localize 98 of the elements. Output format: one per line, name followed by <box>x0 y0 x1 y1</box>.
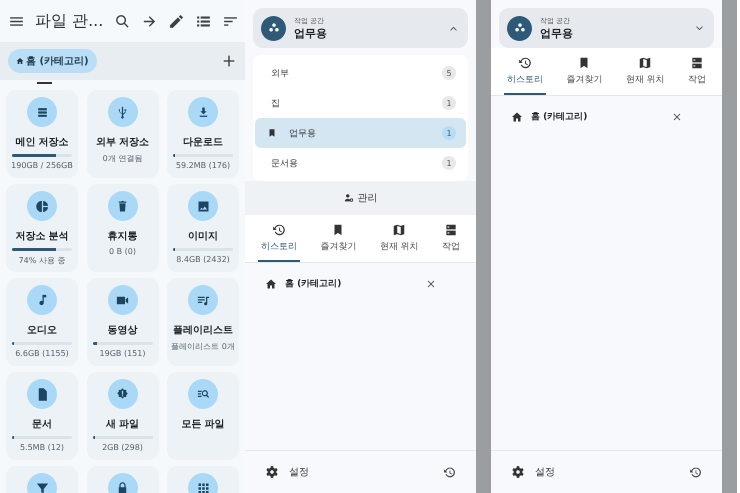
workspace-label: 업무용 <box>289 128 317 140</box>
close-icon[interactable] <box>426 278 436 288</box>
tile-title: 저장소 분석 <box>15 230 69 243</box>
bookmark-icon <box>267 128 277 138</box>
document-icon <box>27 379 57 409</box>
workspace-name: 업무용 <box>540 26 574 40</box>
settings-icon[interactable] <box>511 465 525 479</box>
plus-icon[interactable] <box>221 53 237 69</box>
home-icon <box>265 278 277 290</box>
home-icon <box>16 57 24 65</box>
map-icon <box>638 56 652 70</box>
trash-icon <box>108 191 138 221</box>
workspace-item[interactable]: 집 1 <box>255 88 466 118</box>
category-tile[interactable]: 플레이리스트 플레이리스트 0개 <box>167 278 239 366</box>
usage-bar <box>12 154 72 157</box>
app-title: 파일 관... <box>35 10 104 32</box>
video-camera-icon <box>108 285 138 315</box>
drawer-tab[interactable]: 현재 위치 <box>376 223 422 262</box>
tile-info: 5.5MB (12) <box>20 443 64 452</box>
workspace-label: 문서용 <box>271 158 299 170</box>
tile-info: 74% 사용 중 <box>18 255 66 266</box>
category-tile[interactable]: 휴지통 0 B (0) <box>86 184 158 272</box>
tile-title: 휴지통 <box>108 230 138 243</box>
tile-info: 8.4GB (2432) <box>176 255 230 264</box>
music-note-icon <box>27 285 57 315</box>
settings-label[interactable]: 설정 <box>535 465 679 479</box>
tile-info: 6.6GB (1155) <box>15 349 69 358</box>
tile-title: 모든 파일 <box>181 418 225 431</box>
category-tile[interactable]: 외부 저장소 0개 연결됨 <box>86 90 158 178</box>
manage-button[interactable]: 관리 <box>245 181 476 215</box>
workspace-item[interactable]: 업무용 1 <box>255 118 466 148</box>
workspace-item[interactable]: 외부 5 <box>255 58 466 88</box>
workspace-name: 업무용 <box>294 26 328 40</box>
category-tile[interactable]: 오디오 6.6GB (1155) <box>6 278 78 366</box>
count-badge: 5 <box>442 66 456 80</box>
category-tile[interactable]: 모든 파일 <box>167 372 239 460</box>
download-icon <box>188 97 218 127</box>
manage-users-icon <box>344 193 354 203</box>
badge-icon <box>108 379 138 409</box>
list-search-icon <box>188 379 218 409</box>
usage-bar <box>12 248 72 251</box>
location-tab[interactable]: 홈 (카테고리) <box>8 49 97 73</box>
category-tile[interactable]: 문서 5.5MB (12) <box>6 372 78 460</box>
tile-info: 플레이리스트 0개 <box>171 341 235 352</box>
history-icon <box>272 223 286 237</box>
pie-chart-icon <box>27 191 57 221</box>
count-badge: 1 <box>442 156 456 170</box>
usb-icon <box>108 97 138 127</box>
count-badge: 1 <box>442 96 456 110</box>
server-icon <box>690 56 704 70</box>
category-tile[interactable]: 동영상 19GB (151) <box>86 278 158 366</box>
tile-info: 19GB (151) <box>100 349 146 358</box>
drawer-tab[interactable]: 작업 <box>685 56 710 95</box>
history-item[interactable]: 홈 (카테고리) <box>531 110 664 123</box>
tile-title: 문서 <box>32 418 52 431</box>
close-icon[interactable] <box>672 112 682 122</box>
drawer-tab[interactable]: 즐겨찾기 <box>317 223 360 262</box>
history-icon[interactable] <box>443 466 456 478</box>
tile-title: 플레이리스트 <box>173 324 233 337</box>
pencil-icon[interactable] <box>168 12 185 30</box>
category-tile[interactable]: 이미지 8.4GB (2432) <box>167 184 239 272</box>
settings-label[interactable]: 설정 <box>289 465 433 479</box>
tile-info: 0 B (0) <box>109 247 136 256</box>
history-icon[interactable] <box>689 466 702 478</box>
drawer-tab[interactable]: 즐겨찾기 <box>563 56 606 95</box>
tile-info: 59.2MB (176) <box>176 161 230 170</box>
tile-title: 오디오 <box>27 324 57 337</box>
home-icon <box>511 110 523 122</box>
search-icon[interactable] <box>114 12 131 30</box>
tile-title: 새 파일 <box>106 418 140 431</box>
tile-info: 2GB (298) <box>102 443 143 452</box>
workspace-icon <box>507 16 532 40</box>
tile-title: 이미지 <box>188 230 218 243</box>
count-badge: 1 <box>442 126 456 140</box>
tile-info: 0개 연결됨 <box>102 153 142 164</box>
tile-info: 190GB / 256GB <box>11 161 73 170</box>
server-icon <box>444 223 458 237</box>
category-tile[interactable]: 다운로드 59.2MB (176) <box>167 90 239 178</box>
workspace-item[interactable]: 문서용 1 <box>255 148 466 178</box>
storage-icon <box>27 97 57 127</box>
workspace-label: 집 <box>271 98 281 110</box>
workspace-label: 외부 <box>271 68 290 80</box>
playlist-icon <box>188 285 218 315</box>
workspace-icon <box>261 16 286 40</box>
category-tile[interactable]: 저장소 분석 74% 사용 중 <box>6 184 78 272</box>
tile-title: 메인 저장소 <box>15 136 69 149</box>
drawer-tab[interactable]: 현재 위치 <box>622 56 668 95</box>
drawer-tab[interactable]: 작업 <box>439 223 464 262</box>
tile-title: 외부 저장소 <box>96 136 150 149</box>
history-icon <box>518 56 532 70</box>
category-tile[interactable]: 메인 저장소 190GB / 256GB <box>6 90 78 178</box>
settings-icon[interactable] <box>265 465 279 479</box>
history-item[interactable]: 홈 (카테고리) <box>285 277 418 290</box>
tile-title: 다운로드 <box>183 136 223 149</box>
tile-title: 동영상 <box>108 324 138 337</box>
image-icon <box>188 191 218 221</box>
category-tile[interactable]: 새 파일 2GB (298) <box>86 372 158 460</box>
map-icon <box>392 223 406 237</box>
